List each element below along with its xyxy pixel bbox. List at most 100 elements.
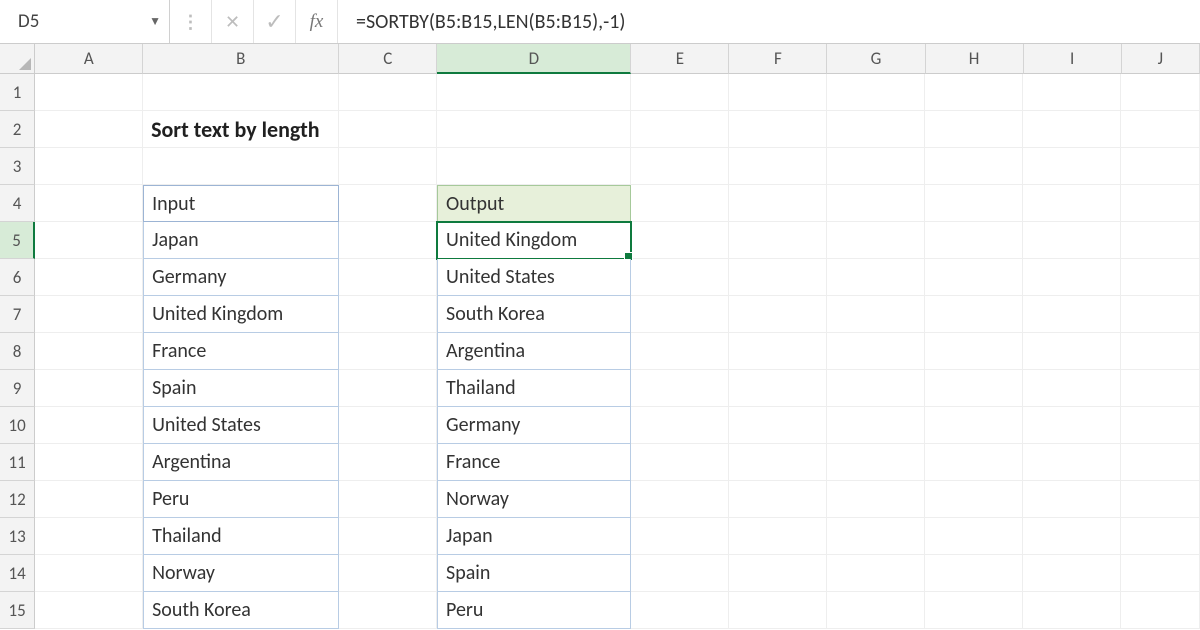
cell-I6[interactable] [1023, 259, 1121, 296]
cell-D2[interactable] [437, 111, 631, 148]
cell-I11[interactable] [1023, 444, 1121, 481]
cell-E12[interactable] [631, 481, 729, 518]
output-cell[interactable]: Norway [437, 481, 631, 518]
cell-A9[interactable] [35, 370, 143, 407]
cell-B1[interactable] [143, 74, 339, 111]
cell-C9[interactable] [339, 370, 437, 407]
cell-E5[interactable] [631, 222, 729, 259]
cell-A10[interactable] [35, 407, 143, 444]
cell-A7[interactable] [35, 296, 143, 333]
cell-I10[interactable] [1023, 407, 1121, 444]
cell-H12[interactable] [925, 481, 1023, 518]
input-cell[interactable]: United Kingdom [143, 296, 339, 333]
cell-G3[interactable] [827, 148, 925, 185]
cell-J15[interactable] [1121, 592, 1200, 629]
cell-H1[interactable] [925, 74, 1023, 111]
cell-C3[interactable] [339, 148, 437, 185]
cell-J1[interactable] [1121, 74, 1200, 111]
cell-J2[interactable] [1121, 111, 1200, 148]
cell-A5[interactable] [35, 222, 143, 259]
cell-H14[interactable] [925, 555, 1023, 592]
cell-F10[interactable] [729, 407, 827, 444]
cell-H13[interactable] [925, 518, 1023, 555]
row-head-8[interactable]: 8 [0, 333, 35, 370]
input-cell[interactable]: Germany [143, 259, 339, 296]
input-cell[interactable]: United States [143, 407, 339, 444]
cell-G15[interactable] [827, 592, 925, 629]
cell-F13[interactable] [729, 518, 827, 555]
cell-I1[interactable] [1023, 74, 1121, 111]
cell-F1[interactable] [729, 74, 827, 111]
cell-C12[interactable] [339, 481, 437, 518]
cell-F3[interactable] [729, 148, 827, 185]
cell-G7[interactable] [827, 296, 925, 333]
row-head-13[interactable]: 13 [0, 518, 35, 555]
cell-J10[interactable] [1121, 407, 1200, 444]
cell-I9[interactable] [1023, 370, 1121, 407]
cell-H2[interactable] [925, 111, 1023, 148]
cell-J9[interactable] [1121, 370, 1200, 407]
cell-I12[interactable] [1023, 481, 1121, 518]
cell-G10[interactable] [827, 407, 925, 444]
col-head-I[interactable]: I [1024, 44, 1122, 74]
cell-H8[interactable] [925, 333, 1023, 370]
row-head-11[interactable]: 11 [0, 444, 35, 481]
cell-C7[interactable] [339, 296, 437, 333]
cell-E4[interactable] [631, 185, 729, 222]
cell-C13[interactable] [339, 518, 437, 555]
cell-F11[interactable] [729, 444, 827, 481]
row-head-15[interactable]: 15 [0, 592, 35, 629]
cell-A1[interactable] [35, 74, 143, 111]
output-cell[interactable]: Thailand [437, 370, 631, 407]
cell-J3[interactable] [1121, 148, 1200, 185]
row-head-2[interactable]: 2 [0, 111, 35, 148]
cell-E6[interactable] [631, 259, 729, 296]
input-cell[interactable]: Argentina [143, 444, 339, 481]
cell-G8[interactable] [827, 333, 925, 370]
cell-C2[interactable] [339, 111, 437, 148]
cell-C14[interactable] [339, 555, 437, 592]
cell-A14[interactable] [35, 555, 143, 592]
output-cell-selected[interactable]: United Kingdom [437, 222, 631, 259]
name-box-container[interactable]: D5 ▼ [0, 0, 170, 43]
input-cell[interactable]: Thailand [143, 518, 339, 555]
cell-E11[interactable] [631, 444, 729, 481]
cell-H3[interactable] [925, 148, 1023, 185]
cancel-formula-icon[interactable]: ✕ [212, 0, 254, 43]
cell-F9[interactable] [729, 370, 827, 407]
cell-I2[interactable] [1023, 111, 1121, 148]
insert-function-button[interactable]: fx [296, 0, 338, 43]
cell-J6[interactable] [1121, 259, 1200, 296]
cell-H6[interactable] [925, 259, 1023, 296]
cell-F14[interactable] [729, 555, 827, 592]
output-cell[interactable]: South Korea [437, 296, 631, 333]
cell-A11[interactable] [35, 444, 143, 481]
cell-G11[interactable] [827, 444, 925, 481]
row-head-9[interactable]: 9 [0, 370, 35, 407]
cell-I15[interactable] [1023, 592, 1121, 629]
cell-C1[interactable] [339, 74, 437, 111]
cell-A13[interactable] [35, 518, 143, 555]
cell-E15[interactable] [631, 592, 729, 629]
cell-A4[interactable] [35, 185, 143, 222]
cell-I5[interactable] [1023, 222, 1121, 259]
output-cell[interactable]: Argentina [437, 333, 631, 370]
row-head-4[interactable]: 4 [0, 185, 35, 222]
cell-E14[interactable] [631, 555, 729, 592]
cell-I8[interactable] [1023, 333, 1121, 370]
cell-C11[interactable] [339, 444, 437, 481]
name-box[interactable]: D5 [8, 10, 149, 33]
cell-G14[interactable] [827, 555, 925, 592]
cell-E13[interactable] [631, 518, 729, 555]
cell-F12[interactable] [729, 481, 827, 518]
cell-H11[interactable] [925, 444, 1023, 481]
cell-F8[interactable] [729, 333, 827, 370]
input-cell[interactable]: France [143, 333, 339, 370]
input-header[interactable]: Input [143, 185, 339, 222]
col-head-B[interactable]: B [143, 44, 339, 74]
page-title[interactable]: Sort text by length [143, 111, 339, 148]
output-header[interactable]: Output [437, 185, 631, 222]
cell-F7[interactable] [729, 296, 827, 333]
row-head-6[interactable]: 6 [0, 259, 35, 296]
cell-I14[interactable] [1023, 555, 1121, 592]
